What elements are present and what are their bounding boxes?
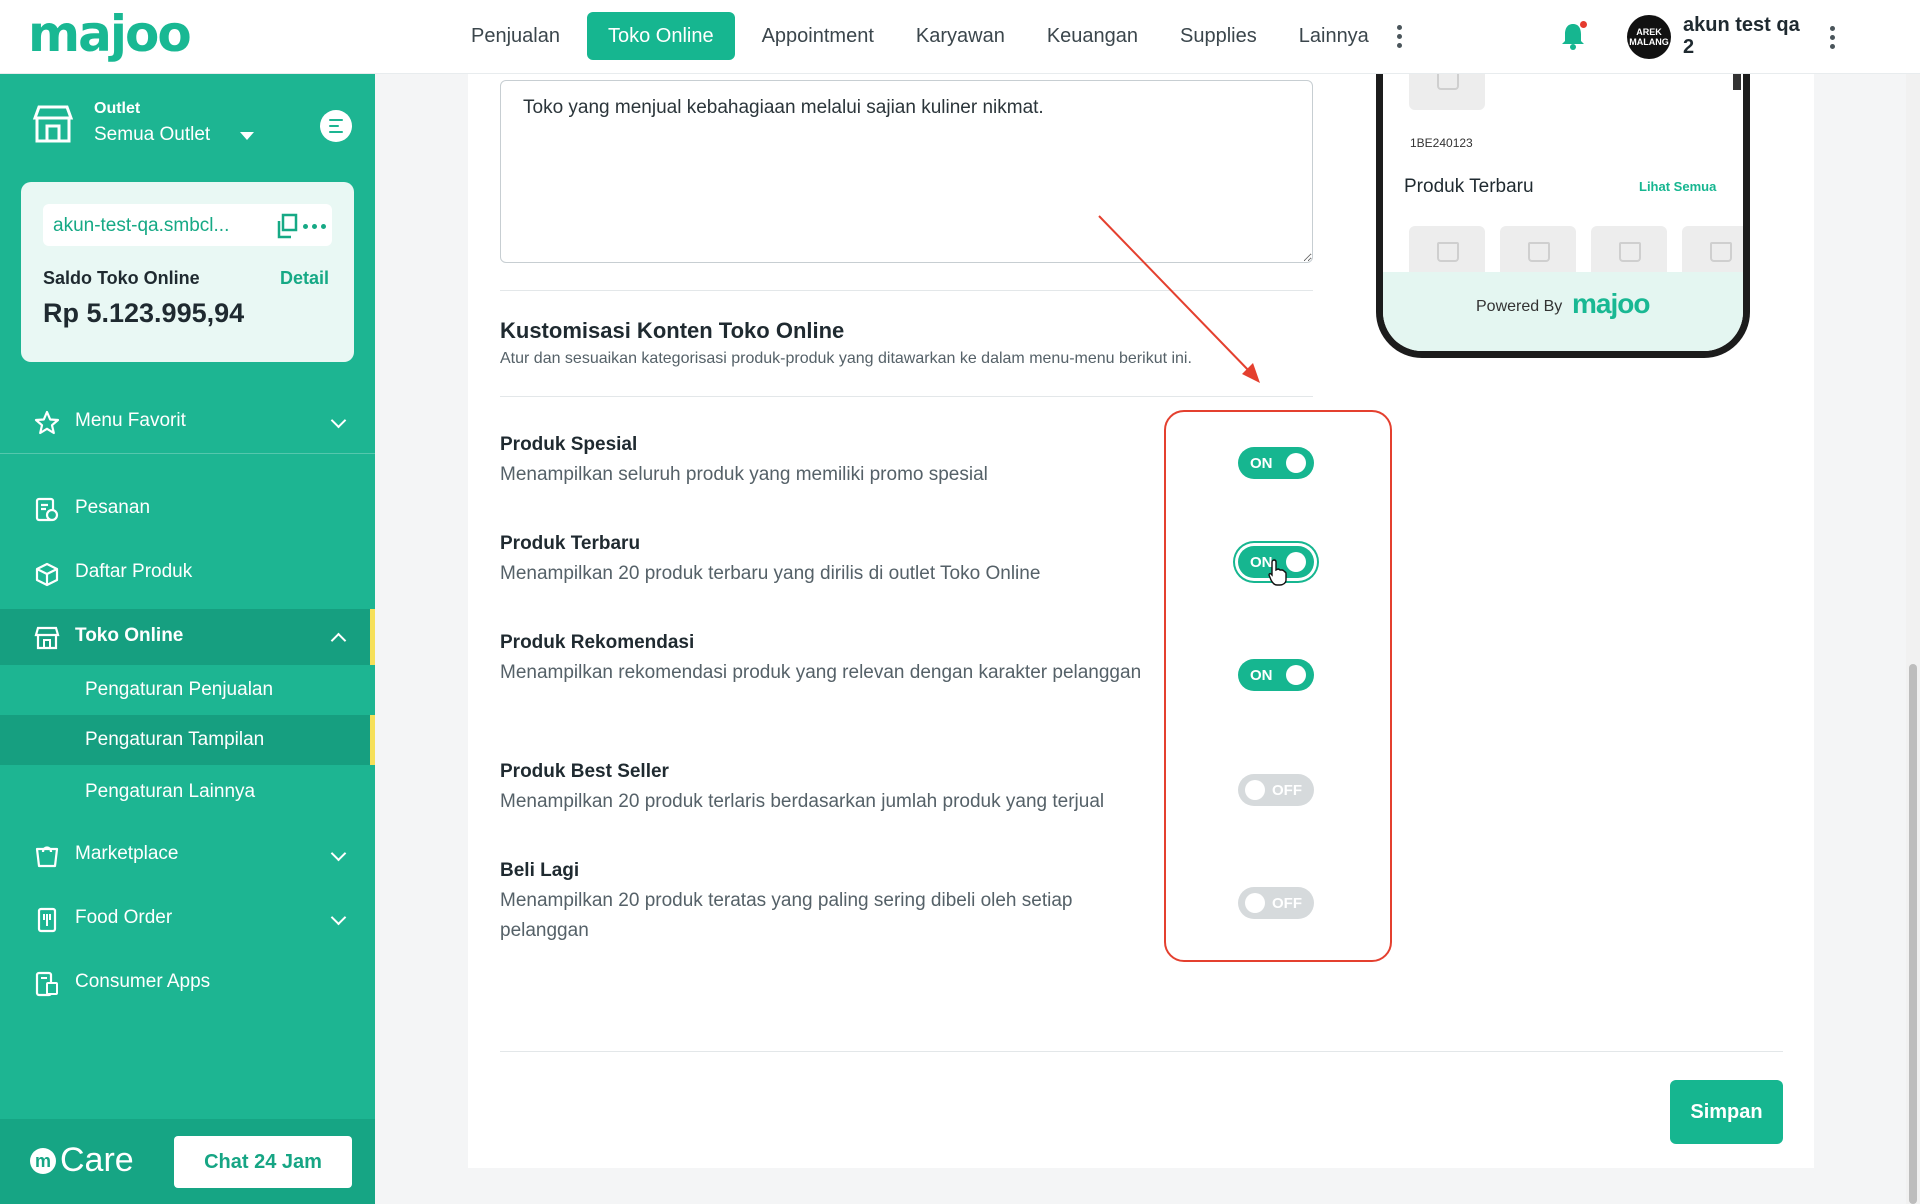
powered-by-footer: Powered By majoo bbox=[1383, 272, 1743, 351]
sidebar-subitem-pengaturan-lainnya[interactable]: Pengaturan Lainnya bbox=[0, 767, 375, 817]
box-icon bbox=[35, 562, 59, 587]
setting-description: Menampilkan 20 produk terbaru yang diril… bbox=[500, 563, 1041, 584]
section-subtitle: Atur dan sesuaikan kategorisasi produk-p… bbox=[500, 350, 1192, 367]
setting-description: Menampilkan seluruh produk yang memiliki… bbox=[500, 464, 988, 485]
marketplace-icon bbox=[35, 846, 59, 868]
nav-more-icon[interactable] bbox=[1390, 12, 1410, 60]
star-icon bbox=[34, 410, 60, 435]
majoo-care-logo: m Care bbox=[30, 1141, 134, 1180]
majoo-logo[interactable]: majoo bbox=[28, 8, 192, 60]
preview-scrollbar bbox=[1733, 74, 1741, 90]
setting-produk-terbaru: Produk Terbaru Menampilkan 20 produk ter… bbox=[500, 531, 1160, 589]
sidebar-item-food-order[interactable]: Food Order bbox=[0, 887, 375, 951]
main-nav: Penjualan Toko Online Appointment Karyaw… bbox=[450, 12, 1410, 60]
nav-appointment[interactable]: Appointment bbox=[741, 12, 895, 60]
divider bbox=[500, 1051, 1783, 1052]
setting-title: Produk Rekomendasi bbox=[500, 632, 695, 653]
saldo-card: akun-test-qa.smbcl... Saldo Toko Online … bbox=[21, 182, 354, 362]
sidebar-item-label: Consumer Apps bbox=[75, 971, 211, 992]
consumer-apps-icon bbox=[35, 971, 58, 997]
sidebar-item-pesanan[interactable]: Pesanan bbox=[0, 477, 375, 541]
setting-title: Beli Lagi bbox=[500, 860, 580, 881]
phone-preview: 1BE240123 Produk Terbaru Lihat Semua Pow… bbox=[1376, 54, 1750, 358]
outlet-label: Outlet bbox=[94, 100, 141, 117]
setting-description: Menampilkan 20 produk terlaris berdasark… bbox=[500, 791, 1105, 812]
annotation-highlight-box bbox=[1164, 410, 1392, 962]
preview-section-title: Produk Terbaru bbox=[1404, 176, 1534, 197]
chevron-up-icon bbox=[330, 632, 347, 649]
setting-produk-rekomendasi: Produk Rekomendasi Menampilkan rekomenda… bbox=[500, 630, 1160, 688]
setting-description: Menampilkan 20 produk teratas yang palin… bbox=[500, 890, 1073, 941]
scrollbar-thumb[interactable] bbox=[1909, 664, 1917, 1204]
food-order-icon bbox=[37, 907, 57, 933]
nav-penjualan[interactable]: Penjualan bbox=[450, 12, 581, 60]
sidebar-item-label: Menu Favorit bbox=[75, 410, 186, 431]
saldo-detail-link[interactable]: Detail bbox=[280, 268, 329, 289]
product-code: 1BE240123 bbox=[1410, 136, 1473, 150]
page-scrollbar[interactable] bbox=[1906, 74, 1920, 1204]
domain-box: akun-test-qa.smbcl... bbox=[43, 204, 332, 246]
care-bar: m Care Chat 24 Jam bbox=[0, 1119, 375, 1204]
sidebar-item-toko-online[interactable]: Toko Online bbox=[0, 609, 375, 665]
store-icon bbox=[32, 105, 74, 143]
chevron-down-icon bbox=[330, 412, 347, 429]
sidebar-item-label: Daftar Produk bbox=[75, 561, 193, 582]
section-title: Kustomisasi Konten Toko Online bbox=[500, 318, 845, 343]
sidebar-item-consumer-apps[interactable]: Consumer Apps bbox=[0, 951, 375, 1015]
nav-supplies[interactable]: Supplies bbox=[1159, 12, 1278, 60]
sidebar-item-label: Marketplace bbox=[75, 843, 179, 864]
sidebar-collapse-icon[interactable] bbox=[320, 110, 352, 142]
sidebar-subitem-label: Pengaturan Tampilan bbox=[85, 729, 265, 750]
simpan-button[interactable]: Simpan bbox=[1670, 1080, 1783, 1144]
sidebar-subitem-label: Pengaturan Lainnya bbox=[85, 781, 256, 802]
chevron-down-icon bbox=[330, 845, 347, 862]
setting-title: Produk Best Seller bbox=[500, 761, 669, 782]
sidebar: Outlet Semua Outlet akun-test-qa.smbcl..… bbox=[0, 74, 375, 1204]
saldo-label: Saldo Toko Online bbox=[43, 268, 200, 288]
sidebar-item-marketplace[interactable]: Marketplace bbox=[0, 823, 375, 887]
sidebar-item-label: Toko Online bbox=[75, 625, 184, 646]
sidebar-subitem-pengaturan-tampilan[interactable]: Pengaturan Tampilan bbox=[0, 715, 375, 765]
nav-keuangan[interactable]: Keuangan bbox=[1026, 12, 1159, 60]
sidebar-item-label: Pesanan bbox=[75, 497, 151, 518]
nav-karyawan[interactable]: Karyawan bbox=[895, 12, 1026, 60]
top-navigation-bar: majoo Penjualan Toko Online Appointment … bbox=[0, 0, 1920, 74]
saldo-value: Rp 5.123.995,94 bbox=[43, 298, 245, 328]
nav-lainnya[interactable]: Lainnya bbox=[1278, 12, 1390, 60]
powered-by-label: Powered By bbox=[1476, 298, 1563, 315]
chat-24-jam-button[interactable]: Chat 24 Jam bbox=[174, 1136, 352, 1188]
sidebar-item-label: Food Order bbox=[75, 907, 173, 928]
user-name[interactable]: akun test qa 2 bbox=[1683, 14, 1803, 58]
setting-beli-lagi: Beli Lagi Menampilkan 20 produk teratas … bbox=[500, 858, 1160, 946]
sidebar-item-menu-favorit[interactable]: Menu Favorit bbox=[0, 390, 375, 454]
setting-title: Produk Terbaru bbox=[500, 533, 641, 554]
avatar[interactable]: AREK MALANG bbox=[1627, 15, 1671, 59]
more-horizontal-icon[interactable] bbox=[299, 216, 329, 236]
nav-toko-online[interactable]: Toko Online bbox=[586, 12, 735, 60]
setting-description: Menampilkan rekomendasi produk yang rele… bbox=[500, 662, 1142, 683]
outlet-value: Semua Outlet bbox=[94, 124, 211, 145]
annotation-arrow-icon bbox=[1098, 215, 1260, 383]
setting-produk-spesial: Produk Spesial Menampilkan seluruh produ… bbox=[500, 432, 1160, 490]
shop-icon bbox=[34, 626, 60, 650]
chevron-down-icon bbox=[330, 909, 347, 926]
divider bbox=[500, 396, 1313, 397]
setting-title: Produk Spesial bbox=[500, 434, 638, 455]
preview-see-all-link: Lihat Semua bbox=[1639, 179, 1717, 194]
majoo-logo: majoo bbox=[1572, 288, 1650, 319]
user-menu-icon[interactable] bbox=[1822, 13, 1842, 61]
order-icon bbox=[35, 497, 59, 522]
sidebar-subitem-label: Pengaturan Penjualan bbox=[85, 679, 274, 700]
caret-down-icon bbox=[240, 132, 254, 140]
setting-produk-best-seller: Produk Best Seller Menampilkan 20 produk… bbox=[500, 759, 1160, 817]
notification-badge bbox=[1579, 20, 1588, 29]
sidebar-subitem-pengaturan-penjualan[interactable]: Pengaturan Penjualan bbox=[0, 665, 375, 715]
sidebar-item-daftar-produk[interactable]: Daftar Produk bbox=[0, 541, 375, 605]
copy-icon[interactable] bbox=[275, 213, 299, 239]
store-domain[interactable]: akun-test-qa.smbcl... bbox=[53, 215, 258, 237]
